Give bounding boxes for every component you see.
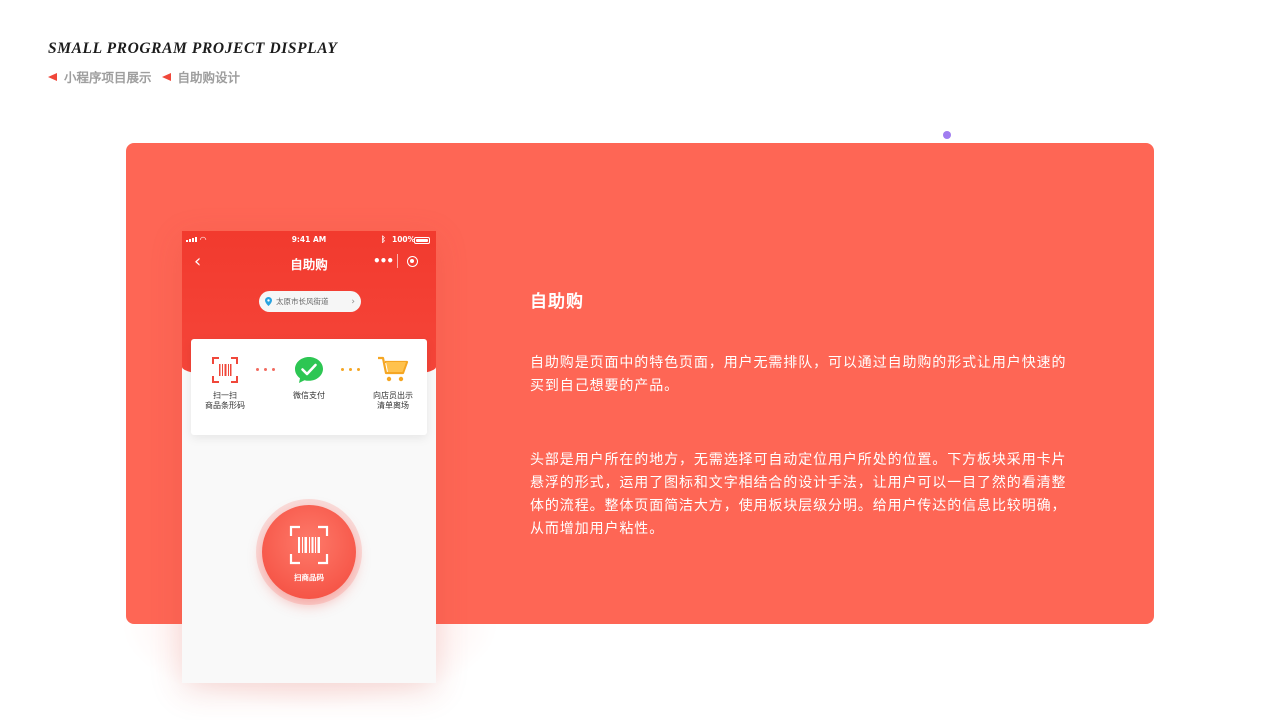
breadcrumb-item: 小程序项目展示 (64, 70, 152, 85)
process-card: 扫一扫 商品条形码 微信支付 向店员出示 清单离场 (191, 339, 427, 435)
location-text: 太原市长风街道 (276, 297, 329, 306)
progress-dots (256, 368, 275, 371)
decorative-dot (943, 131, 951, 139)
shopping-cart-icon (378, 356, 409, 382)
chevron-right-icon: › (351, 296, 355, 307)
location-pin-icon (265, 297, 272, 306)
battery-icon (414, 237, 430, 244)
progress-dots (341, 368, 360, 371)
more-button[interactable]: ••• (369, 254, 397, 268)
close-button[interactable] (398, 255, 426, 267)
step-label: 微信支付 (293, 391, 325, 400)
mini-program-capsule: ••• (369, 250, 426, 272)
close-circle-icon (406, 255, 418, 267)
triangle-icon (48, 72, 57, 81)
location-pill[interactable]: 太原市长风街道 › (259, 291, 361, 312)
description-paragraph-2: 头部是用户所在的地方，无需选择可自动定位用户所处的位置。下方板块采用卡片悬浮的形… (530, 452, 1067, 537)
step-label: 扫一扫 商品条形码 (205, 391, 245, 410)
bluetooth-icon: ᛒ (381, 235, 386, 244)
step-scan[interactable]: 扫一扫 商品条形码 (195, 355, 255, 411)
battery-percent: 100% (392, 235, 416, 244)
wechat-pay-check-icon (295, 357, 323, 383)
section-title: 自助购 (530, 292, 584, 312)
scan-button-label: 扫商品码 (294, 573, 324, 582)
scan-product-button[interactable]: 扫商品码 (262, 505, 356, 599)
barcode-scan-icon (289, 525, 329, 565)
breadcrumb-item: 自助购设计 (177, 70, 241, 85)
step-wechat-pay[interactable]: 微信支付 (279, 355, 339, 401)
scan-barcode-icon (212, 357, 238, 383)
description-paragraph-1: 自助购是页面中的特色页面，用户无需排队，可以通过自助购的形式让用户快速的买到自己… (530, 355, 1067, 394)
step-label: 向店员出示 清单离场 (373, 391, 413, 410)
breadcrumb: 小程序项目展示 自助购设计 (48, 67, 250, 86)
step-checkout[interactable]: 向店员出示 清单离场 (363, 355, 423, 411)
phone-mockup: ◠ 9:41 AM ᛒ 100% ‹ 自助购 ••• 太原市长风街道 › 扫一扫… (182, 231, 436, 683)
status-bar: ◠ 9:41 AM ᛒ 100% (182, 235, 436, 247)
page-title: SMALL PROGRAM PROJECT DISPLAY (48, 40, 338, 57)
triangle-icon (161, 72, 171, 81)
